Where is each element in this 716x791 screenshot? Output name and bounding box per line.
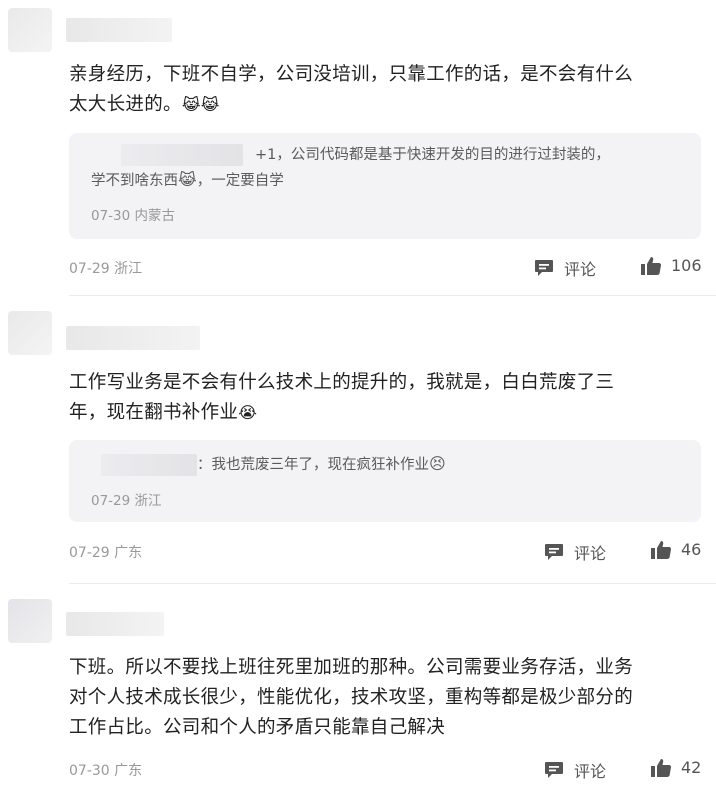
- thumbs-up-icon: [651, 541, 671, 559]
- reply-text: ：我也荒废三年了，现在疯狂补作业😣: [91, 452, 681, 477]
- reply-username[interactable]: [121, 144, 243, 166]
- reply-meta: 07-29 浙江: [91, 493, 162, 509]
- comment-bubble-icon: [545, 544, 563, 560]
- like-button[interactable]: 46: [651, 540, 701, 559]
- avatar[interactable]: [8, 8, 52, 52]
- comment-text-line: 对个人技术成长很少，性能优化，技术攻坚，重构等都是极少部分的: [69, 687, 634, 708]
- like-button[interactable]: 42: [651, 758, 701, 777]
- reply-text-line: 学不到啥东西😹，一定要自学: [91, 168, 681, 193]
- comment-text-line: 下班。所以不要找上班往死里加班的那种。公司需要业务存活，业务: [69, 657, 634, 678]
- like-count: 46: [681, 540, 702, 559]
- comment-button[interactable]: 评论: [544, 758, 606, 782]
- like-count: 42: [681, 758, 702, 777]
- comment-text: 下班。所以不要找上班往死里加班的那种。公司需要业务存活，业务 对个人技术成长很少…: [69, 653, 701, 743]
- laugh-cry-emoji: 😹😹: [181, 95, 220, 114]
- reply-username[interactable]: [101, 454, 197, 476]
- comment-label: 评论: [564, 260, 597, 279]
- divider: [69, 583, 716, 584]
- comment-text-line: 工作写业务是不会有什么技术上的提升的，我就是，白白荒废了三: [69, 372, 615, 393]
- comment-text: 工作写业务是不会有什么技术上的提升的，我就是，白白荒废了三 年，现在翻书补作业😭: [69, 368, 701, 428]
- comment-text-line: 太大长进的。😹😹: [69, 90, 701, 120]
- avatar[interactable]: [8, 599, 52, 643]
- comment-label: 评论: [574, 544, 607, 563]
- comment-text-line: 工作占比。公司和个人的矛盾只能靠自己解决: [69, 717, 446, 738]
- like-count: 106: [671, 256, 702, 275]
- divider: [69, 295, 716, 296]
- username[interactable]: [66, 18, 172, 42]
- persevering-emoji: 😣: [429, 454, 446, 473]
- comment-meta: 07-29 浙江: [69, 261, 143, 277]
- comment-text: 亲身经历，下班不自学，公司没培训，只靠工作的话，是不会有什么 太大长进的。😹😹: [69, 60, 701, 120]
- comment-text-line: 亲身经历，下班不自学，公司没培训，只靠工作的话，是不会有什么: [69, 64, 634, 85]
- reply-box[interactable]: +1，公司代码都是基于快速开发的目的进行过封装的， 学不到啥东西😹，一定要自学 …: [69, 133, 701, 239]
- like-button[interactable]: 106: [641, 256, 702, 275]
- reply-meta: 07-30 内蒙古: [91, 208, 176, 224]
- username[interactable]: [66, 612, 164, 636]
- comment-button[interactable]: 评论: [544, 540, 606, 564]
- comment-button[interactable]: 评论: [534, 256, 596, 280]
- comment-bubble-icon: [535, 260, 553, 276]
- reply-text: +1，公司代码都是基于快速开发的目的进行过封装的，: [91, 143, 681, 167]
- comment-bubble-icon: [545, 762, 563, 778]
- avatar[interactable]: [8, 311, 52, 355]
- laugh-cry-emoji: 😹: [178, 170, 197, 189]
- reply-box[interactable]: ：我也荒废三年了，现在疯狂补作业😣 07-29 浙江: [69, 440, 701, 522]
- comment-label: 评论: [574, 762, 607, 781]
- crying-emoji: 😭: [238, 403, 258, 422]
- thumbs-up-icon: [651, 759, 671, 777]
- comment-text-line: 年，现在翻书补作业😭: [69, 398, 701, 428]
- username[interactable]: [66, 326, 200, 350]
- comment-meta: 07-30 广东: [69, 763, 143, 779]
- comment-meta: 07-29 广东: [69, 545, 143, 561]
- thumbs-up-icon: [641, 257, 661, 275]
